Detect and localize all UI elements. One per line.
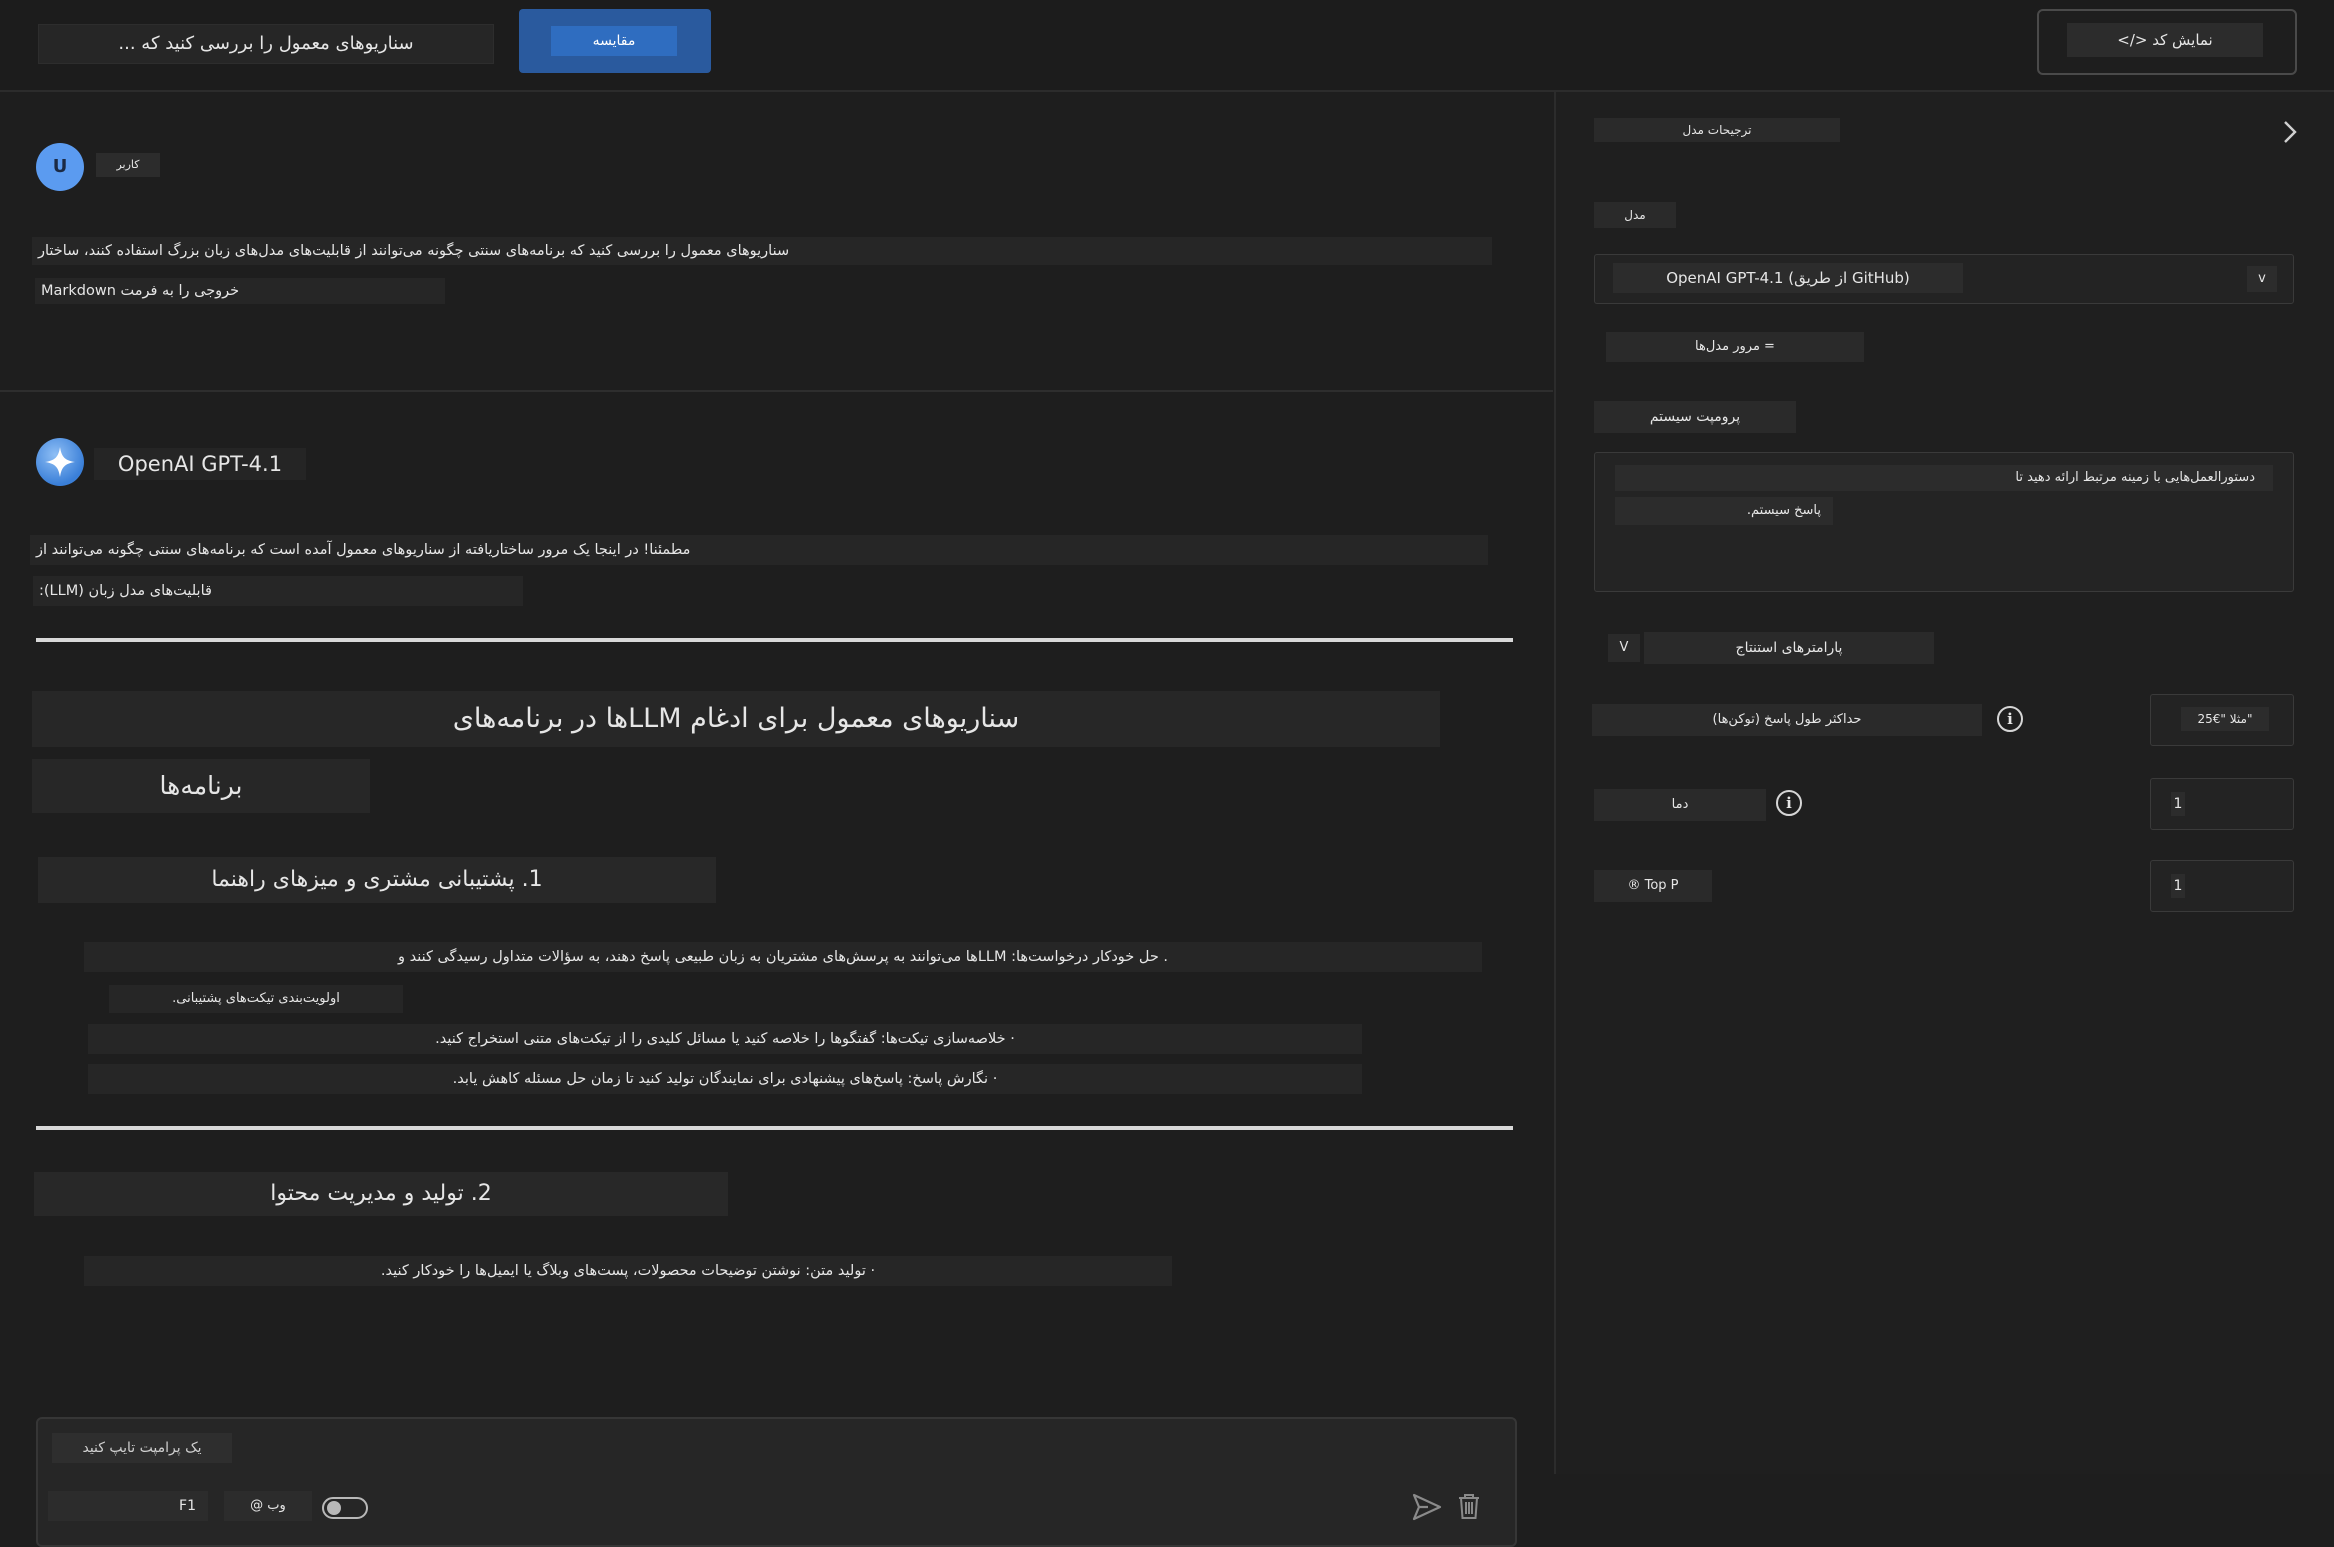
user-avatar: U xyxy=(36,143,84,191)
main-heading: سناریوهای معمول برای ادغام LLMها در برنا… xyxy=(32,691,1440,747)
prompt-input[interactable]: یک پرامپت تایپ کنید xyxy=(52,1433,232,1463)
section-1-bullet-3: · نگارش پاسخ: پاسخ‌های پیشنهادی برای نما… xyxy=(88,1064,1362,1094)
info-icon[interactable]: i xyxy=(1997,706,2023,732)
shortcut-hint: F1 xyxy=(48,1491,208,1521)
inference-toggle-icon[interactable]: V xyxy=(1608,634,1640,662)
model-select-value: OpenAI GPT-4.1 (از طریق GitHub) xyxy=(1613,263,1963,293)
prompt-input-area[interactable]: یک پرامپت تایپ کنید F1 @ وب xyxy=(36,1417,1517,1547)
view-code-button[interactable]: </> نمایش کد xyxy=(2037,9,2297,75)
model-select[interactable]: OpenAI GPT-4.1 (از طریق GitHub) v xyxy=(1594,254,2294,304)
chevron-right-icon[interactable] xyxy=(2280,118,2300,146)
prompt-title-field[interactable]: سناریوهای معمول را بررسی کنید که ... xyxy=(38,24,494,64)
model-label: مدل xyxy=(1594,202,1676,228)
user-message-line-1: سناریوهای معمول را بررسی کنید که برنامه‌… xyxy=(32,237,1492,265)
assistant-intro-line-2: قابلیت‌های مدل زبان (LLM): xyxy=(33,576,523,606)
panel-title: ترجیحات مدل xyxy=(1594,118,1840,142)
max-tokens-input[interactable]: مثلا "€25" xyxy=(2150,694,2294,746)
horizontal-rule xyxy=(36,1126,1513,1130)
main-heading-continuation: برنامه‌ها xyxy=(32,759,370,813)
sparkle-icon xyxy=(45,447,75,477)
assistant-intro-line-1: مطمئنا! در اینجا یک مرور ساختاریافته از … xyxy=(30,535,1488,565)
system-prompt-line-2: پاسخ سیستم. xyxy=(1615,497,1833,525)
browse-models-button[interactable]: = مرور مدل‌ها xyxy=(1606,332,1864,362)
top-p-label: Top P ® xyxy=(1594,870,1712,902)
system-prompt-textarea[interactable]: دستورالعمل‌هایی با زمینه مرتبط ارائه دهی… xyxy=(1594,452,2294,592)
chevron-down-icon: v xyxy=(2247,266,2277,292)
compare-button[interactable]: مقایسه xyxy=(519,9,711,73)
temperature-value: 1 xyxy=(2171,792,2185,816)
info-icon[interactable]: i xyxy=(1776,790,1802,816)
chat-area: U کاربر سناریوهای معمول را بررسی کنید که… xyxy=(0,92,1553,1547)
system-prompt-line-1: دستورالعمل‌هایی با زمینه مرتبط ارائه دهی… xyxy=(1615,465,2273,491)
system-prompt-label: پرومپت سیستم xyxy=(1594,401,1796,433)
temperature-input[interactable]: 1 xyxy=(2150,778,2294,830)
user-label: کاربر xyxy=(96,153,160,177)
temperature-label: دما xyxy=(1594,789,1766,821)
assistant-avatar xyxy=(36,438,84,486)
top-p-input[interactable]: 1 xyxy=(2150,860,2294,912)
max-tokens-label: حداکثر طول پاسخ (توکن‌ها) xyxy=(1592,704,1982,736)
assistant-name: OpenAI GPT-4.1 xyxy=(94,448,306,480)
max-tokens-placeholder: مثلا "€25" xyxy=(2181,707,2269,731)
user-message-line-2: خروجی را به فرمت Markdown xyxy=(35,278,445,304)
section-2-bullet-1: · تولید متن: نوشتن توضیحات محصولات، پست‌… xyxy=(84,1256,1172,1286)
section-1-heading: 1. پشتیبانی مشتری و میزهای راهنما xyxy=(38,857,716,903)
section-1-bullet-1: . حل خودکار درخواست‌ها: LLMها می‌توانند … xyxy=(84,942,1482,972)
message-divider xyxy=(0,390,1553,392)
top-bar: سناریوهای معمول را بررسی کنید که ... مقا… xyxy=(0,0,2334,92)
inference-params-label: پارامترهای استنتاج xyxy=(1644,632,1934,664)
toggle-knob xyxy=(327,1501,341,1515)
send-icon[interactable] xyxy=(1412,1493,1442,1521)
section-2-heading: 2. تولید و مدیریت محتوا xyxy=(34,1172,728,1216)
view-code-label: </> نمایش کد xyxy=(2067,23,2263,57)
web-search-label: @ وب xyxy=(224,1491,312,1521)
section-1-bullet-2: · خلاصه‌سازی تیکت‌ها: گفتگوها را خلاصه ک… xyxy=(88,1024,1362,1054)
trash-icon[interactable] xyxy=(1457,1492,1481,1520)
web-search-toggle[interactable] xyxy=(322,1497,368,1519)
compare-button-label: مقایسه xyxy=(551,26,677,56)
section-1-bullet-1-cont: اولویت‌بندی تیکت‌های پشتیبانی. xyxy=(109,985,403,1013)
horizontal-rule xyxy=(36,638,1513,642)
top-p-value: 1 xyxy=(2171,874,2185,898)
